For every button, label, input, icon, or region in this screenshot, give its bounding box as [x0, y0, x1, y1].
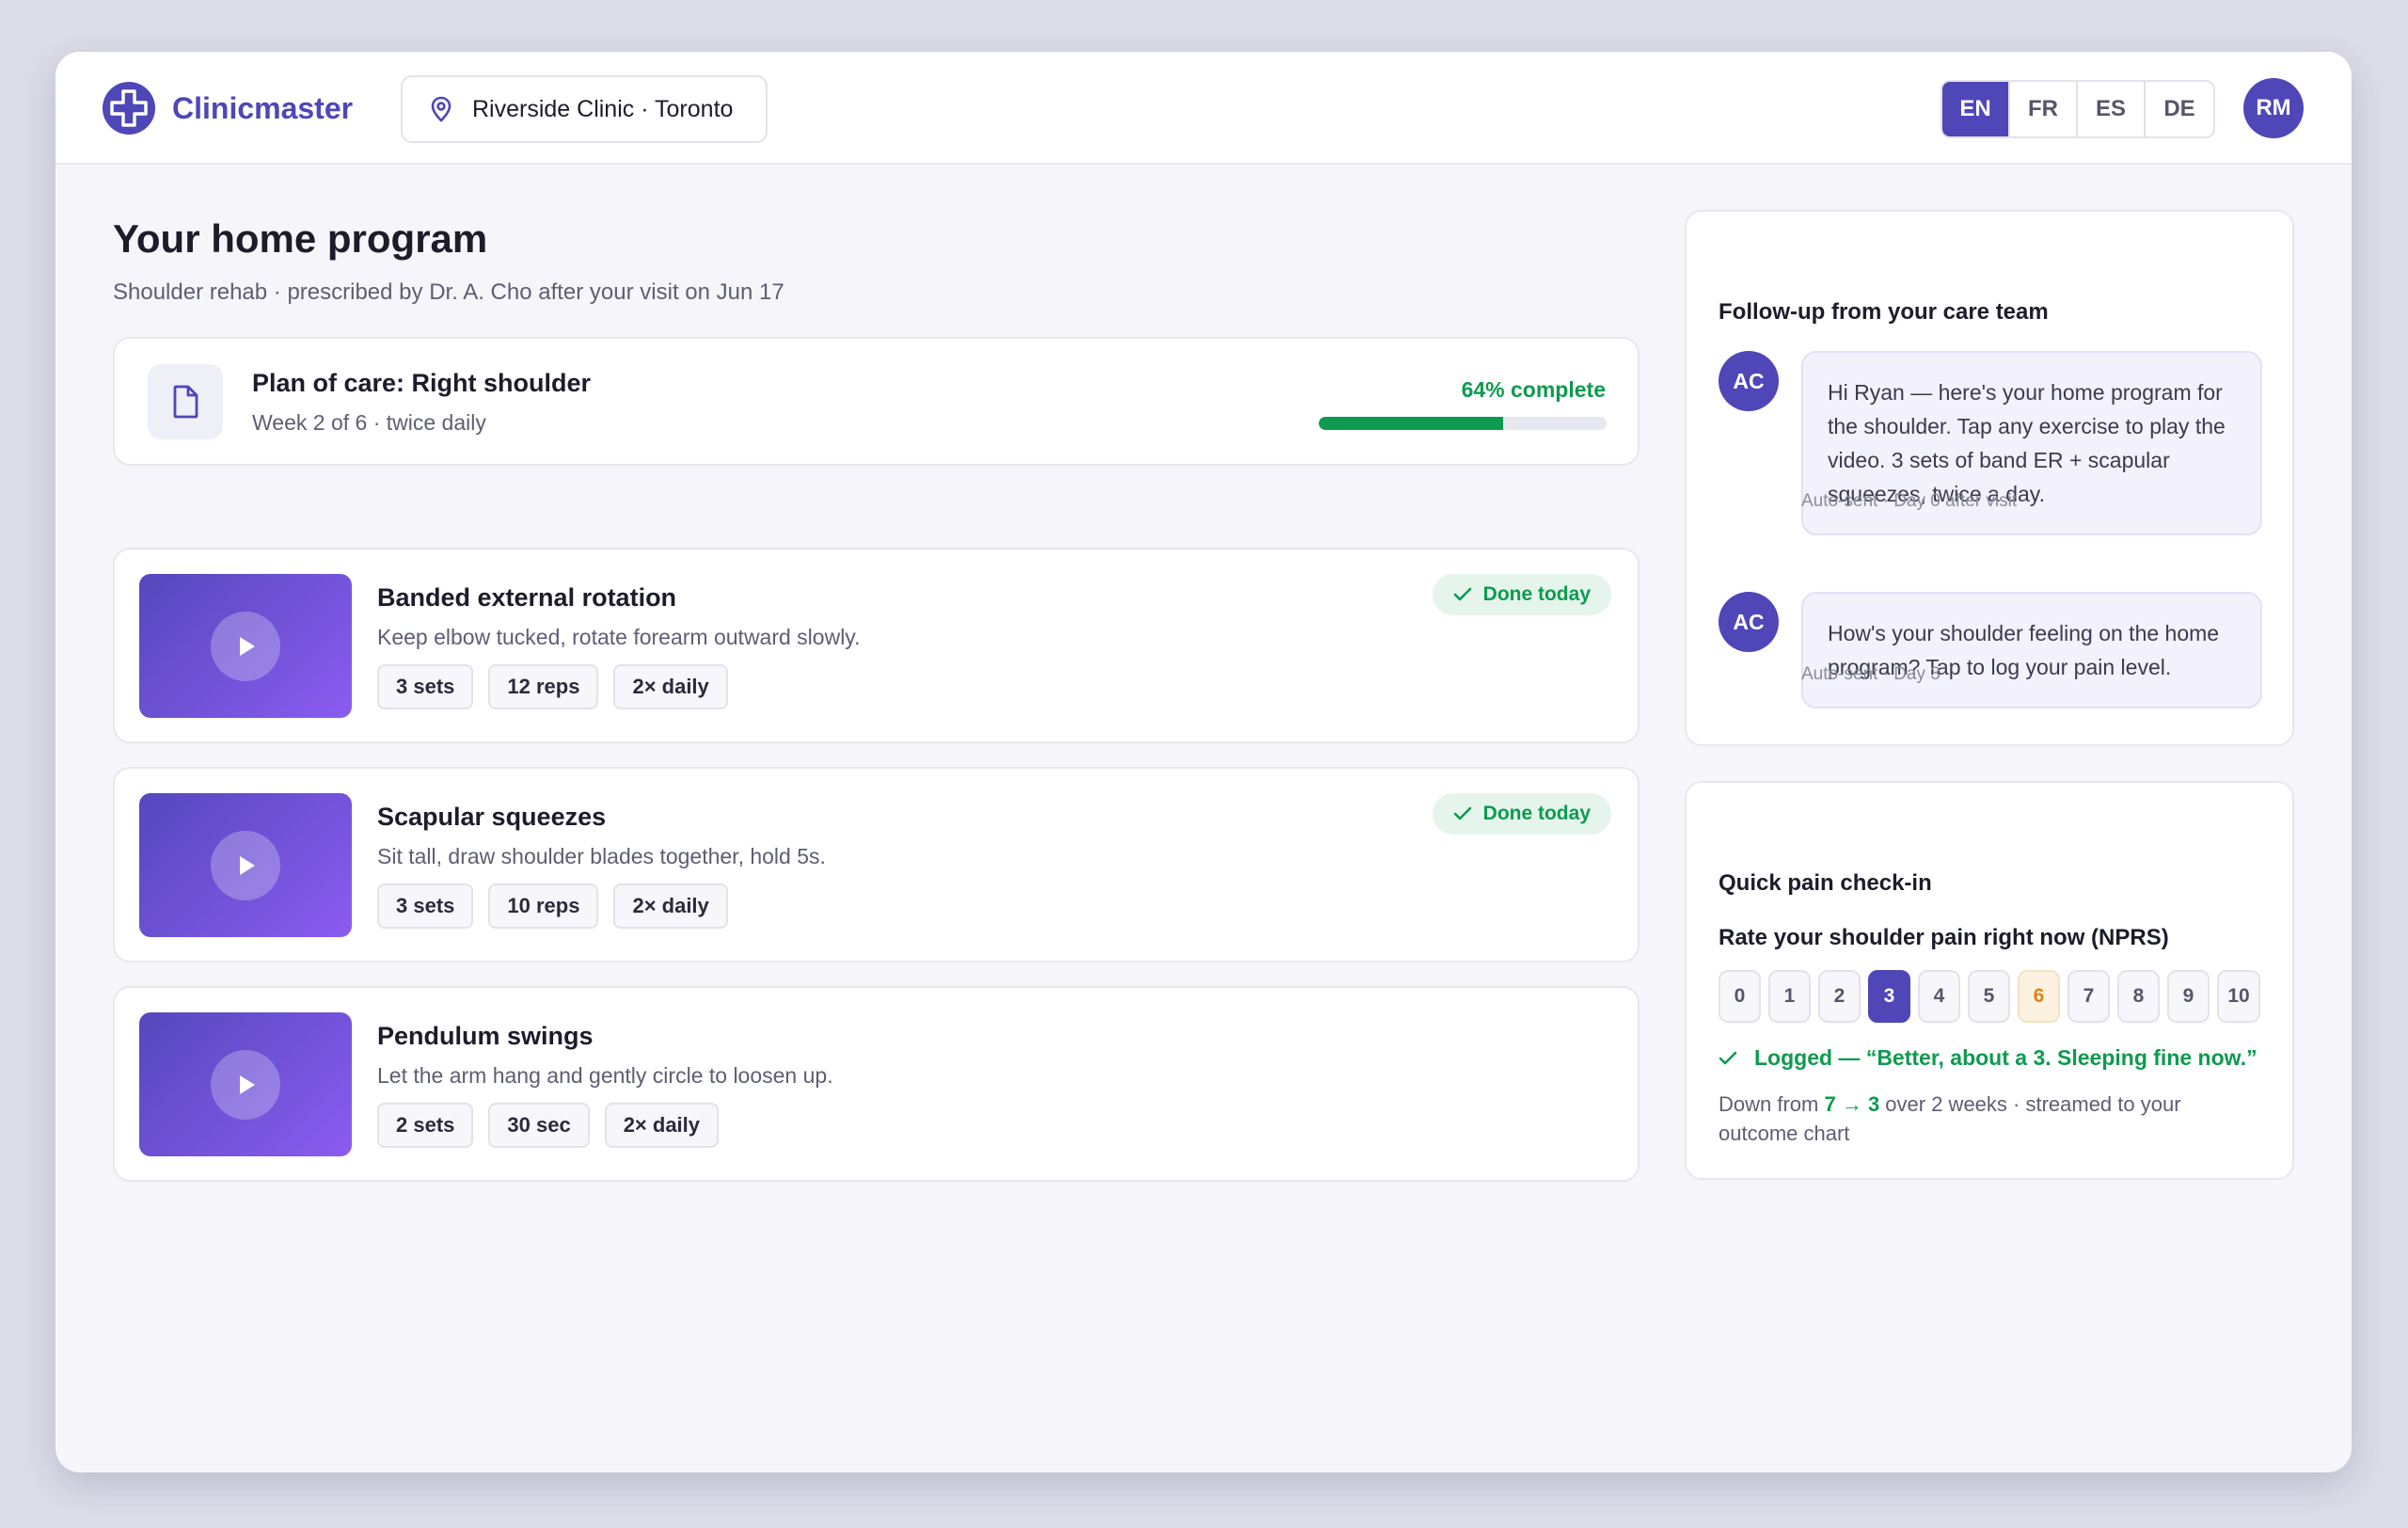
exercise-card[interactable]: Scapular squeezes Sit tall, draw shoulde… — [113, 767, 1640, 963]
checkmark-icon — [1719, 1051, 1737, 1064]
exercise-description: Let the arm hang and gently circle to lo… — [377, 1063, 833, 1088]
pain-score-7[interactable]: 7 — [2067, 970, 2110, 1023]
exercise-card[interactable]: Pendulum swings Let the arm hang and gen… — [113, 986, 1640, 1182]
pain-logged-text: Logged — “Better, about a 3. Sleeping fi… — [1754, 1045, 2258, 1070]
pain-score-8[interactable]: 8 — [2117, 970, 2160, 1023]
exercise-chips: 3 sets 12 reps 2× daily — [377, 664, 728, 709]
care-team-followup-card: Follow-up from your care team AC Hi Ryan… — [1685, 210, 2294, 746]
lang-de-button[interactable]: DE — [2146, 82, 2213, 136]
plan-title: Plan of care: Right shoulder — [252, 369, 592, 397]
pain-trend: Down from 7 → 3 over 2 weeks · streamed … — [1719, 1090, 2245, 1148]
care-team-avatar: AC — [1719, 592, 1779, 652]
clinic-selector[interactable]: Riverside Clinic · Toronto — [401, 75, 768, 143]
pain-score-1[interactable]: 1 — [1768, 970, 1811, 1023]
care-team-avatar: AC — [1719, 351, 1779, 411]
pain-checkin-card: Quick pain check-in Rate your shoulder p… — [1685, 781, 2294, 1180]
reps-chip: 12 reps — [488, 664, 599, 709]
plan-progress-bar — [1319, 417, 1607, 430]
reps-chip: 10 reps — [488, 883, 599, 929]
play-icon[interactable] — [211, 1050, 280, 1120]
pain-score-9[interactable]: 9 — [2167, 970, 2210, 1023]
done-today-label: Done today — [1482, 583, 1591, 605]
page-title: Your home program — [113, 216, 488, 261]
duration-chip: 30 sec — [488, 1103, 590, 1148]
pain-logged-confirmation: Logged — “Better, about a 3. Sleeping fi… — [1719, 1045, 2258, 1071]
exercise-description: Keep elbow tucked, rotate forearm outwar… — [377, 625, 861, 649]
message-bubble[interactable]: How's your shoulder feeling on the home … — [1801, 592, 2262, 708]
page-subtitle: Shoulder rehab · prescribed by Dr. A. Ch… — [113, 279, 784, 305]
pain-question: Rate your shoulder pain right now (NPRS) — [1719, 925, 2169, 950]
document-icon — [148, 364, 223, 439]
sets-chip: 2 sets — [377, 1103, 474, 1148]
user-avatar[interactable]: RM — [2243, 78, 2304, 138]
play-icon[interactable] — [211, 612, 280, 681]
pain-trend-change: 7 → 3 — [1824, 1092, 1880, 1116]
pain-checkin-title: Quick pain check-in — [1719, 870, 1932, 896]
pain-score-5[interactable]: 5 — [1968, 970, 2010, 1023]
checkmark-icon — [1453, 587, 1471, 601]
pain-trend-prefix: Down from — [1719, 1092, 1825, 1116]
pain-score-3[interactable]: 3 — [1868, 970, 1910, 1023]
followup-title: Follow-up from your care team — [1719, 299, 2049, 325]
message-meta: Auto-sent · Day 3 — [1801, 664, 1941, 684]
exercise-video-thumbnail[interactable] — [139, 793, 352, 937]
plan-progress-label: 64% complete — [1461, 377, 1606, 402]
clinic-name: Riverside Clinic · Toronto — [472, 95, 734, 122]
lang-es-button[interactable]: ES — [2078, 82, 2146, 136]
frequency-chip: 2× daily — [604, 1103, 720, 1148]
brand-name: Clinicmaster — [172, 90, 354, 125]
lang-en-button[interactable]: EN — [1942, 82, 2010, 136]
sets-chip: 3 sets — [377, 664, 474, 709]
pain-score-10[interactable]: 10 — [2217, 970, 2260, 1023]
brand-logo[interactable]: Clinicmaster — [101, 80, 353, 136]
frequency-chip: 2× daily — [613, 883, 728, 929]
pain-score-4[interactable]: 4 — [1918, 970, 1960, 1023]
done-today-badge: Done today — [1432, 574, 1611, 615]
plan-progress-fill — [1319, 417, 1503, 430]
pain-score-0[interactable]: 0 — [1719, 970, 1761, 1023]
frequency-chip: 2× daily — [613, 664, 728, 709]
exercise-title: Pendulum swings — [377, 1022, 594, 1050]
exercise-card[interactable]: Banded external rotation Keep elbow tuck… — [113, 548, 1640, 743]
plan-subtitle: Week 2 of 6 · twice daily — [252, 410, 486, 435]
exercise-title: Banded external rotation — [377, 583, 677, 612]
app-window: Clinicmaster Riverside Clinic · Toronto … — [55, 52, 2352, 1472]
exercise-video-thumbnail[interactable] — [139, 574, 352, 718]
pain-score-2[interactable]: 2 — [1818, 970, 1861, 1023]
exercise-title: Scapular squeezes — [377, 803, 607, 831]
play-icon[interactable] — [211, 831, 280, 900]
pain-score-6[interactable]: 6 — [2018, 970, 2060, 1023]
lang-fr-button[interactable]: FR — [2010, 82, 2078, 136]
sets-chip: 3 sets — [377, 883, 474, 929]
plan-of-care-card[interactable]: Plan of care: Right shoulder Week 2 of 6… — [113, 337, 1640, 466]
pain-scale: 0 1 2 3 4 5 6 7 8 9 10 — [1719, 970, 2260, 1023]
exercise-description: Sit tall, draw shoulder blades together,… — [377, 844, 826, 868]
language-switcher: EN FR ES DE — [1941, 80, 2215, 138]
done-today-badge: Done today — [1432, 793, 1611, 835]
top-bar: Clinicmaster Riverside Clinic · Toronto … — [55, 52, 2352, 165]
exercise-video-thumbnail[interactable] — [139, 1012, 352, 1156]
exercise-chips: 3 sets 10 reps 2× daily — [377, 883, 728, 929]
exercise-chips: 2 sets 30 sec 2× daily — [377, 1103, 720, 1148]
done-today-label: Done today — [1482, 803, 1591, 824]
location-pin-icon — [431, 96, 452, 122]
message-meta: Auto-sent · Day 0 after visit — [1801, 491, 2018, 511]
cross-logo-icon — [103, 82, 155, 135]
checkmark-icon — [1453, 806, 1471, 820]
